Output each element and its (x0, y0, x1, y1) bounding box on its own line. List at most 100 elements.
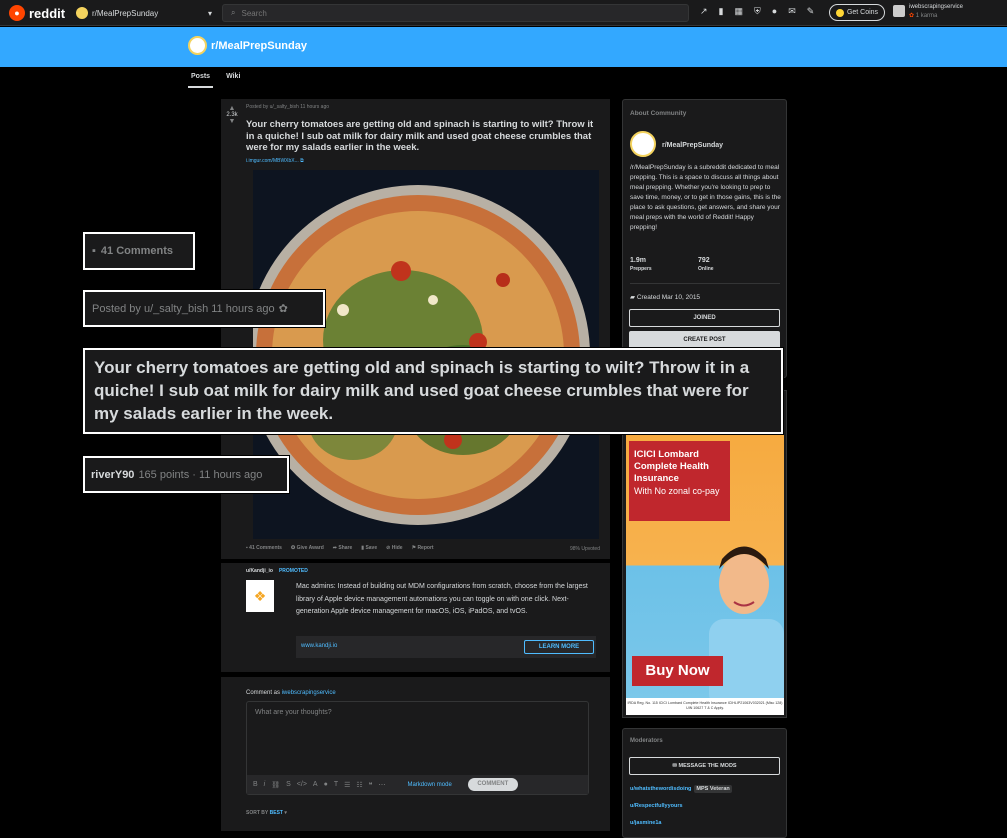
get-coins-button[interactable]: Get Coins (829, 4, 885, 21)
bullet-list-icon[interactable]: ☰ (344, 781, 350, 789)
top-bar: ● reddit r/MealPrepSunday ▾ ⌕ ↗ ▮ ▦ ⛨ ● … (0, 0, 1007, 26)
search-input[interactable] (241, 8, 642, 18)
number-list-icon[interactable]: ☷ (356, 781, 362, 789)
comment-section: Comment as iwebscrapingservice B i ⛓ S <… (221, 677, 610, 831)
comment-meta-callout: riverY90 165 points · 11 hours ago (83, 456, 289, 493)
bee-icon: ❖ (253, 587, 267, 604)
link-icon[interactable]: ⛓ (271, 781, 280, 789)
code-icon[interactable]: </> (297, 781, 307, 788)
quote-icon[interactable]: ❝ (369, 781, 373, 789)
moderator-flair: MPS Veteran (694, 785, 732, 793)
share-button[interactable]: ➦ Share (333, 545, 353, 551)
community-avatar (630, 131, 656, 157)
community-name[interactable]: r/MealPrepSunday (662, 142, 723, 149)
message-mods-button[interactable]: ✉ MESSAGE THE MODS (629, 757, 780, 775)
strike-icon[interactable]: S (286, 781, 291, 788)
community-description: /r/MealPrepSunday is a subreddit dedicat… (630, 164, 781, 231)
moderators-panel: Moderators ✉ MESSAGE THE MODS u/whatsthe… (622, 728, 787, 838)
pencil-icon[interactable]: ✎ (807, 6, 815, 17)
cake-icon: ▰ (630, 294, 635, 301)
ad-title: ICICI Lombard Complete Health Insurance (634, 449, 709, 484)
members-stat: 1.9m Preppers (630, 257, 652, 272)
sort-by[interactable]: SORT BY BEST ▾ (246, 810, 287, 816)
user-menu[interactable]: iwebscrapingservice ✿ 1 karma (893, 3, 963, 19)
post-link[interactable]: i.imgur.com/MBWXbX... ⧉ (246, 158, 304, 164)
subreddit-dropdown-label: r/MealPrepSunday (92, 8, 159, 18)
comments-callout-label: 41 Comments (100, 245, 174, 257)
joined-button[interactable]: JOINED (629, 309, 780, 327)
post-actions: ▪ 41 Comments ✪ Give Award ➦ Share ▮ Sav… (246, 545, 434, 551)
search-bar[interactable]: ⌕ (222, 4, 689, 22)
advertisement[interactable]: ICICI Lombard Complete Health Insurance … (622, 390, 787, 718)
learn-more-button[interactable]: LEARN MORE (524, 640, 594, 654)
kandji-logo[interactable]: ❖ (246, 580, 274, 612)
header-icons: ↗ ▮ ▦ ⛨ ● ✉ ✎ (700, 6, 814, 17)
comment-as: Comment as iwebscrapingservice (246, 690, 336, 696)
markdown-mode[interactable]: Markdown mode (407, 782, 451, 788)
superscript-icon[interactable]: A (313, 781, 318, 788)
hide-button[interactable]: ⊘ Hide (386, 545, 402, 551)
posted-by-callout: Posted by u/_salty_bish 11 hours ago ✿ (83, 290, 325, 327)
comments-callout[interactable]: ▪ 41 Comments (83, 232, 195, 270)
reddit-alien-icon: ● (9, 5, 25, 21)
moderator-link[interactable]: u/Respectfullyyours (630, 803, 683, 809)
upvote-ratio: 98% Upvoted (569, 546, 600, 552)
commenter-username[interactable]: riverY90 (91, 469, 134, 481)
promo-author[interactable]: u/Kandji_io (246, 568, 273, 574)
mail-icon[interactable]: ✉ (788, 6, 796, 17)
spoiler-icon[interactable]: ● (324, 781, 328, 788)
created-date: ▰ Created Mar 10, 2015 (630, 294, 701, 301)
italic-icon[interactable]: i (264, 781, 266, 788)
ad-headline-box: ICICI Lombard Complete Health Insurance … (629, 441, 730, 521)
comments-button[interactable]: ▪ 41 Comments (246, 545, 282, 551)
bold-icon[interactable]: B (253, 781, 258, 788)
vote-column: ▲ 2.3k ▼ (225, 105, 239, 125)
tab-posts[interactable]: Posts (188, 68, 214, 88)
subreddit-banner: r/MealPrepSunday (0, 27, 1007, 67)
subreddit-title: r/MealPrepSunday (211, 40, 307, 52)
posted-by-text: Posted by u/_salty_bish 11 hours ago (92, 302, 275, 315)
upvote-icon[interactable]: ▲ (225, 105, 239, 112)
moderator-link[interactable]: u/jasmine1a (630, 820, 662, 826)
search-icon: ⌕ (231, 8, 236, 17)
moderator-link[interactable]: u/whatsthewordisdoing MPS Veteran (630, 785, 732, 793)
karma: ✿ 1 karma (909, 13, 938, 19)
subreddit-dropdown[interactable]: r/MealPrepSunday ▾ (76, 4, 212, 22)
heading-icon[interactable]: T (334, 781, 338, 788)
trending-icon[interactable]: ↗ (700, 6, 708, 17)
comment-toolbar: B i ⛓ S </> A ● T ☰ ☷ ❝ ⋯ Markdown mode … (247, 775, 588, 794)
moderators-heading: Moderators (630, 738, 663, 744)
ad-image: ICICI Lombard Complete Health Insurance … (626, 394, 784, 706)
get-coins-label: Get Coins (846, 9, 879, 16)
save-button[interactable]: ▮ Save (361, 545, 377, 551)
about-community: About Community r/MealPrepSunday /r/Meal… (622, 99, 787, 378)
award-icon: ✿ (278, 303, 288, 315)
coin-icon (835, 8, 844, 17)
ad-disclaimer: IRDA Reg. No. 115 ICICI Lombard Complete… (626, 698, 784, 715)
about-heading: About Community (630, 110, 687, 117)
subreddit-tabs: Posts Wiki (188, 68, 243, 88)
promoted-tag: PROMOTED (278, 568, 308, 574)
chat-icon[interactable]: ● (772, 6, 777, 17)
downvote-icon[interactable]: ▼ (225, 118, 239, 125)
tab-wiki[interactable]: Wiki (223, 68, 243, 88)
reddit-logo[interactable]: ● reddit (9, 5, 65, 21)
create-post-button[interactable]: CREATE POST (629, 331, 780, 349)
post-title[interactable]: Your cherry tomatoes are getting old and… (246, 119, 604, 154)
divider (630, 283, 780, 284)
comment-icon: ▪ (92, 245, 96, 257)
give-award-button[interactable]: ✪ Give Award (291, 545, 324, 551)
subreddit-icon (188, 36, 207, 55)
title-callout[interactable]: Your cherry tomatoes are getting old and… (83, 348, 783, 434)
promo-header: u/Kandji_io PROMOTED (246, 568, 308, 574)
logo-text: reddit (29, 5, 66, 21)
buy-now-button[interactable]: Buy Now (632, 656, 723, 686)
promo-text: Mac admins: Instead of building out MDM … (296, 583, 588, 615)
report-button[interactable]: ⚑ Report (412, 545, 434, 551)
stats-icon[interactable]: ▮ (719, 6, 724, 17)
qr-icon[interactable]: ▦ (735, 6, 744, 17)
shield-icon[interactable]: ⛨ (754, 6, 761, 17)
more-icon[interactable]: ⋯ (378, 781, 385, 789)
comment-button[interactable]: COMMENT (467, 778, 518, 791)
promoted-post: u/Kandji_io PROMOTED ❖ Mac admins: Inste… (221, 563, 610, 672)
